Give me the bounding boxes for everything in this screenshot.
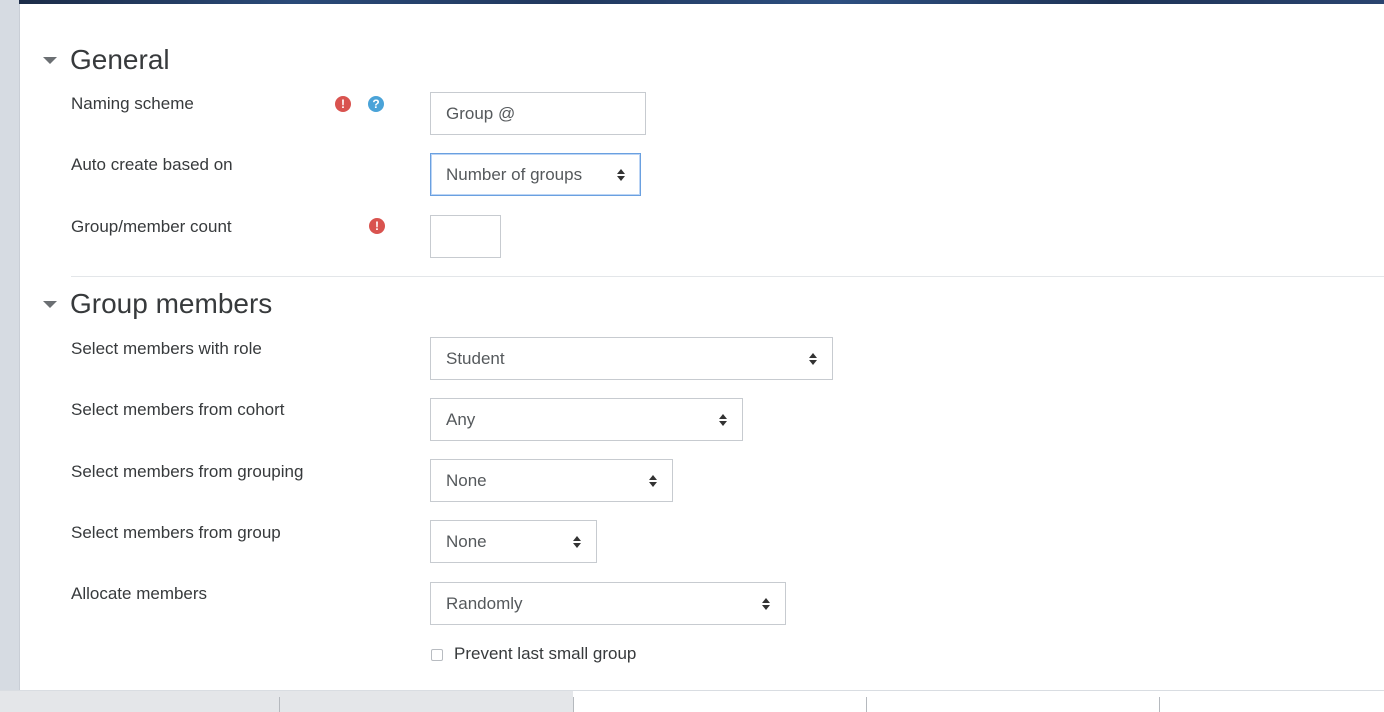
- form-content: General Naming scheme ! ? Group @ Auto c…: [19, 4, 1384, 690]
- allocate-value: Randomly: [446, 593, 523, 613]
- role-value: Student: [446, 348, 505, 368]
- chevron-down-icon[interactable]: [43, 300, 57, 308]
- grouping-label: Select members from grouping: [71, 462, 304, 481]
- naming-scheme-input[interactable]: Group @: [430, 92, 646, 135]
- select-arrows-icon: [809, 352, 817, 365]
- left-rail: [0, 0, 20, 690]
- section-general-header[interactable]: General: [43, 44, 170, 76]
- role-label: Select members with role: [71, 339, 262, 358]
- select-arrows-icon: [762, 597, 770, 610]
- allocate-label: Allocate members: [71, 584, 208, 603]
- footer-divider: [279, 697, 280, 712]
- grouping-value: None: [446, 470, 487, 490]
- naming-scheme-label: Naming scheme: [71, 94, 194, 113]
- auto-create-value: Number of groups: [446, 164, 583, 184]
- group-value: None: [446, 531, 487, 551]
- footer-divider: [573, 697, 574, 712]
- auto-create-select[interactable]: Number of groups: [430, 153, 641, 196]
- help-icon[interactable]: ?: [368, 96, 384, 112]
- footer-divider: [1159, 697, 1160, 712]
- group-member-count-label: Group/member count: [71, 217, 232, 236]
- footer-bar: [0, 690, 1384, 712]
- section-divider: [71, 276, 1384, 277]
- group-select[interactable]: None: [430, 520, 597, 563]
- section-group-members-header[interactable]: Group members: [43, 288, 272, 320]
- prevent-small-group-checkbox[interactable]: [431, 649, 443, 661]
- group-member-count-input[interactable]: [430, 215, 501, 258]
- cohort-select[interactable]: Any: [430, 398, 743, 441]
- cohort-label: Select members from cohort: [71, 400, 285, 419]
- select-arrows-icon: [573, 535, 581, 548]
- cohort-value: Any: [446, 409, 476, 429]
- required-icon: !: [335, 96, 351, 112]
- select-arrows-icon: [649, 474, 657, 487]
- chevron-down-icon[interactable]: [43, 56, 57, 64]
- section-title: Group members: [70, 288, 273, 319]
- grouping-select[interactable]: None: [430, 459, 673, 502]
- footer-segment: [0, 691, 573, 712]
- naming-scheme-value: Group @: [446, 103, 516, 123]
- select-arrows-icon: [719, 413, 727, 426]
- section-title: General: [70, 44, 170, 75]
- footer-divider: [866, 697, 867, 712]
- required-icon: !: [369, 218, 385, 234]
- group-label: Select members from group: [71, 523, 281, 542]
- select-arrows-icon: [617, 168, 625, 181]
- allocate-select[interactable]: Randomly: [430, 582, 786, 625]
- auto-create-label: Auto create based on: [71, 155, 233, 174]
- role-select[interactable]: Student: [430, 337, 833, 380]
- prevent-small-group-label[interactable]: Prevent last small group: [454, 644, 636, 664]
